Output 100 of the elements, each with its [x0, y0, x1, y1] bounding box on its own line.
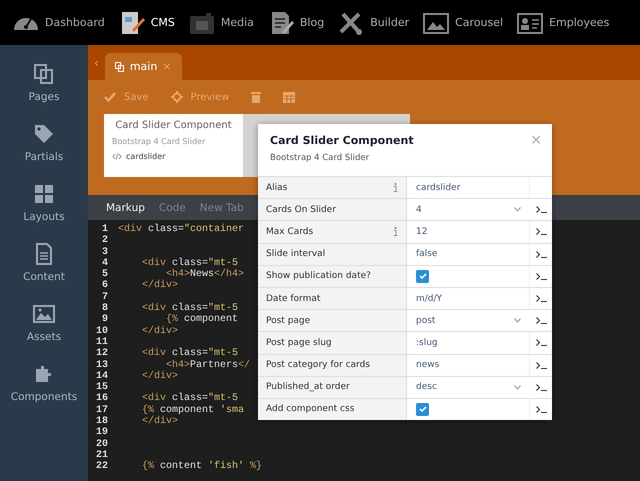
- pages-icon: [114, 62, 125, 72]
- info-icon: [393, 227, 398, 236]
- line-number: 22: [94, 461, 108, 473]
- document-tab[interactable]: main ×: [104, 53, 182, 80]
- line-number: 17: [94, 404, 108, 416]
- crosshair-icon: [170, 91, 183, 103]
- check-icon: [418, 273, 426, 280]
- code-line: {% component: [165, 314, 238, 326]
- chevron-icon: [514, 207, 521, 212]
- info-icon: [393, 183, 398, 192]
- property-value[interactable]: 12: [407, 221, 530, 243]
- line-number: 11: [94, 336, 108, 348]
- property-label: Post page slug: [266, 338, 332, 348]
- line-number: 6: [100, 280, 108, 292]
- code-line: <div class="mt-5: [141, 393, 238, 404]
- sidebar-item[interactable]: Assets: [0, 303, 88, 343]
- code-line: <div class="container: [118, 224, 244, 236]
- property-label: Cards On Slider: [266, 204, 336, 215]
- code-line: </div>: [141, 416, 178, 428]
- checkbox[interactable]: [416, 402, 429, 416]
- chevron-icon: [514, 318, 521, 324]
- property-value[interactable]: news: [407, 354, 530, 376]
- line-number: 12: [94, 348, 108, 360]
- property-label: Slide interval: [266, 249, 326, 260]
- nav-item[interactable]: Employees: [516, 10, 610, 36]
- property-value[interactable]: :slug: [407, 332, 530, 354]
- terminal-icon[interactable]: [536, 250, 546, 258]
- nav-item[interactable]: Carousel: [422, 10, 504, 36]
- property-label: Add component css: [266, 404, 354, 414]
- property-label: Published_at order: [266, 382, 350, 392]
- line-number: 21: [94, 450, 108, 461]
- property-label: Max Cards: [266, 226, 314, 237]
- line-number: 4: [100, 258, 108, 269]
- nav-item[interactable]: Builder: [337, 10, 410, 36]
- line-number: 5: [100, 269, 108, 280]
- sidebar-item[interactable]: Components: [0, 363, 88, 403]
- line-number: 19: [94, 427, 108, 439]
- line-number: 15: [94, 382, 108, 394]
- component-card[interactable]: Card Slider Component Bootstrap 4 Card Slider cardslider: [104, 114, 243, 177]
- code-line: <h4>News</h4>: [166, 269, 244, 280]
- property-label: Post category for cards: [266, 360, 370, 370]
- line-number: 3: [100, 246, 108, 258]
- line-number: 10: [94, 326, 108, 337]
- line-number: 16: [94, 393, 108, 405]
- terminal-icon[interactable]: [536, 272, 546, 280]
- code-line: <div class="mt-5: [141, 258, 238, 269]
- code-line: <div class="mt-5: [141, 348, 238, 360]
- property-value[interactable]: false: [407, 244, 530, 265]
- terminal-icon[interactable]: [536, 206, 546, 214]
- grid-icon: [33, 183, 55, 205]
- code-line: </div>: [141, 326, 178, 337]
- tag-icon: [33, 123, 55, 145]
- card-description: Bootstrap 4 Card Slider: [112, 137, 206, 146]
- chevron-icon: [514, 384, 521, 390]
- line-number: 1: [100, 224, 108, 235]
- code-line: <div class="mt-5: [141, 303, 238, 314]
- code-line: </div>: [141, 370, 178, 382]
- sidebar-item[interactable]: Partials: [0, 123, 88, 163]
- code-line: {% content 'fish' %}: [141, 461, 262, 473]
- line-number: 8: [100, 303, 108, 314]
- terminal-icon[interactable]: [536, 384, 546, 391]
- line-number: 7: [100, 292, 108, 303]
- nav-item[interactable]: Blog: [266, 10, 324, 36]
- editor-tab[interactable]: Markup: [106, 202, 145, 214]
- line-number: 2: [100, 235, 108, 247]
- sidebar-item[interactable]: Content: [0, 243, 88, 283]
- terminal-icon[interactable]: [536, 406, 546, 413]
- terminal-icon[interactable]: [536, 228, 546, 236]
- line-number: 18: [94, 416, 108, 428]
- terminal-icon[interactable]: [536, 339, 546, 346]
- document-icon: [33, 243, 55, 265]
- property-value[interactable]: m/d/Y: [407, 288, 530, 310]
- property-label: Post page: [266, 316, 310, 326]
- sidebar-item[interactable]: Pages: [0, 63, 88, 103]
- card-alias: cardslider: [126, 152, 166, 161]
- sidebar-item[interactable]: Layouts: [0, 183, 88, 223]
- card-title: Card Slider Component: [114, 120, 233, 131]
- nav-item[interactable]: Media: [188, 10, 254, 36]
- code-line: </div>: [141, 280, 178, 292]
- check-icon: [104, 92, 116, 102]
- line-number: 9: [100, 314, 108, 326]
- checkbox[interactable]: [416, 270, 429, 283]
- line-number: 14: [94, 370, 108, 382]
- nav-item[interactable]: CMS: [118, 10, 175, 36]
- code-icon: [112, 153, 122, 160]
- terminal-icon[interactable]: [536, 295, 546, 302]
- terminal-icon[interactable]: [536, 317, 546, 324]
- line-number: 20: [94, 438, 108, 450]
- code-line: <h4>Partners</: [166, 360, 250, 371]
- property-label: Date format: [266, 294, 320, 304]
- image-icon: [33, 303, 55, 325]
- property-label: Show publication date?: [266, 271, 371, 282]
- alias-field[interactable]: cardslider: [416, 182, 520, 193]
- nav-item[interactable]: Dashboard: [12, 10, 105, 36]
- code-line: {% component 'sma: [141, 404, 244, 416]
- property-label: Alias: [266, 182, 288, 193]
- inspector-description: Bootstrap 4 Card Slider: [270, 153, 370, 163]
- terminal-icon[interactable]: [536, 362, 546, 369]
- inspector-title: Card Slider Component: [270, 134, 414, 147]
- line-number: 13: [94, 360, 108, 371]
